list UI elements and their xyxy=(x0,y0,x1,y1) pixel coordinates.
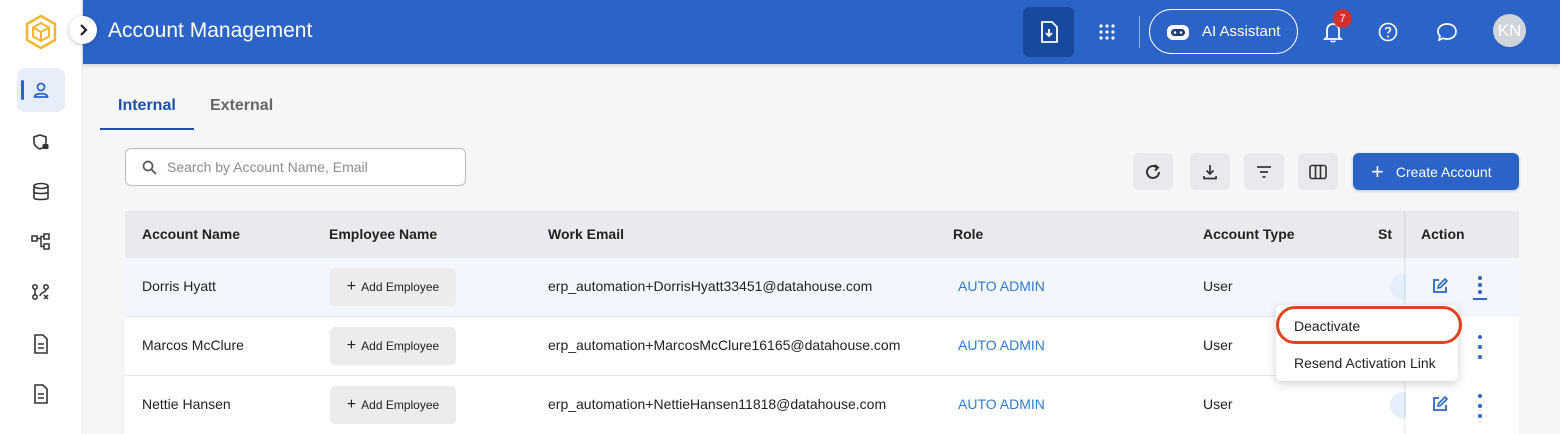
user-avatar[interactable]: KN xyxy=(1493,14,1526,47)
add-employee-label: Add Employee xyxy=(361,398,440,412)
create-account-button[interactable]: + Create Account xyxy=(1353,153,1519,190)
create-account-label: Create Account xyxy=(1395,163,1492,180)
more-options-button[interactable] xyxy=(1470,394,1490,418)
add-employee-button[interactable]: + Add Employee xyxy=(330,268,456,306)
apps-grid-button[interactable] xyxy=(1091,16,1123,48)
search-box xyxy=(125,148,466,186)
edit-icon[interactable] xyxy=(1431,277,1449,295)
table-header: Account Name Employee Name Work Email Ro… xyxy=(125,211,1519,258)
account-name-cell: Nettie Hansen xyxy=(142,396,231,412)
sidebar-item-documents[interactable] xyxy=(17,322,65,366)
download-icon xyxy=(1203,164,1217,179)
active-tab-indicator xyxy=(100,128,194,130)
plus-icon: + xyxy=(346,396,357,413)
export-button[interactable] xyxy=(1023,7,1074,57)
work-email-cell: erp_automation+DorrisHyatt33451@datahous… xyxy=(548,278,873,294)
column-header-action: Action xyxy=(1421,226,1465,242)
header-divider xyxy=(1139,16,1140,48)
add-employee-label: Add Employee xyxy=(361,280,440,294)
role-link[interactable]: AUTO ADMIN xyxy=(958,396,1045,412)
sidebar xyxy=(0,0,83,434)
table-row[interactable]: Nettie Hansen + Add Employee erp_automati… xyxy=(125,376,1519,434)
columns-icon xyxy=(1309,164,1327,179)
work-email-cell: erp_automation+NettieHansen11818@datahou… xyxy=(548,396,887,412)
sidebar-collapse-button[interactable] xyxy=(69,16,97,44)
column-header-status[interactable]: St xyxy=(1378,226,1392,242)
column-header-work-email[interactable]: Work Email xyxy=(548,226,624,242)
role-link[interactable]: AUTO ADMIN xyxy=(958,337,1045,353)
filter-button[interactable] xyxy=(1244,153,1284,190)
sidebar-item-reports[interactable] xyxy=(17,372,65,416)
account-type-cell: User xyxy=(1203,278,1233,294)
page-title: Account Management xyxy=(108,19,313,42)
account-name-cell: Marcos McClure xyxy=(142,337,244,353)
edit-icon[interactable] xyxy=(1431,395,1449,413)
sidebar-item-accounts[interactable] xyxy=(17,68,65,112)
user-icon xyxy=(33,82,49,98)
account-type-cell: User xyxy=(1203,396,1233,412)
apps-grid-icon xyxy=(1099,24,1115,40)
row-actions xyxy=(1406,376,1519,434)
resend-activation-menu-item[interactable]: Resend Activation Link xyxy=(1294,355,1436,371)
sidebar-item-hierarchy[interactable] xyxy=(17,220,65,264)
help-button[interactable] xyxy=(1372,16,1404,48)
deactivate-menu-item[interactable]: Deactivate xyxy=(1294,318,1360,334)
sidebar-item-database[interactable] xyxy=(17,170,65,214)
sidebar-item-security[interactable] xyxy=(17,120,65,164)
row-options-menu: Deactivate Resend Activation Link xyxy=(1276,305,1458,381)
plus-icon: + xyxy=(346,278,357,295)
hierarchy-icon xyxy=(31,233,50,250)
shield-lock-icon xyxy=(33,134,49,150)
search-input[interactable] xyxy=(167,159,447,175)
refresh-icon xyxy=(1146,163,1160,179)
plus-icon: + xyxy=(1371,158,1384,184)
chevron-right-icon xyxy=(80,24,88,36)
tab-external[interactable]: External xyxy=(210,97,273,115)
account-type-cell: User xyxy=(1203,337,1233,353)
column-header-role[interactable]: Role xyxy=(953,226,983,242)
work-email-cell: erp_automation+MarcosMcClure16165@dataho… xyxy=(548,337,901,353)
help-icon xyxy=(1378,22,1398,42)
tab-internal[interactable]: Internal xyxy=(118,97,176,115)
plus-icon: + xyxy=(346,337,357,354)
search-icon xyxy=(142,160,157,175)
column-header-employee-name[interactable]: Employee Name xyxy=(329,226,437,242)
download-button[interactable] xyxy=(1190,153,1230,190)
document-icon xyxy=(34,384,48,404)
column-header-account-name[interactable]: Account Name xyxy=(142,226,240,242)
sidebar-item-workflow[interactable] xyxy=(17,270,65,314)
chat-icon xyxy=(1437,23,1457,42)
add-employee-label: Add Employee xyxy=(361,339,440,353)
add-employee-button[interactable]: + Add Employee xyxy=(330,386,456,424)
columns-button[interactable] xyxy=(1298,153,1338,190)
refresh-button[interactable] xyxy=(1133,153,1173,190)
filter-icon xyxy=(1257,165,1271,178)
chat-button[interactable] xyxy=(1431,16,1463,48)
file-download-icon xyxy=(1040,21,1058,43)
column-header-account-type[interactable]: Account Type xyxy=(1203,226,1295,242)
action-column-header: Action xyxy=(1406,211,1519,258)
robot-icon xyxy=(1167,24,1189,40)
top-header: Account Management AI Assistant 7 KN xyxy=(83,0,1560,64)
add-employee-button[interactable]: + Add Employee xyxy=(330,327,456,365)
notification-badge: 7 xyxy=(1333,9,1352,28)
more-options-button[interactable] xyxy=(1470,335,1490,359)
role-link[interactable]: AUTO ADMIN xyxy=(958,278,1045,294)
ai-assistant-label: AI Assistant xyxy=(1202,23,1281,40)
ai-assistant-button[interactable]: AI Assistant xyxy=(1149,9,1298,54)
app-logo[interactable] xyxy=(24,14,58,50)
more-options-button[interactable] xyxy=(1470,276,1490,300)
document-icon xyxy=(34,334,48,354)
database-icon xyxy=(33,182,49,201)
account-name-cell: Dorris Hyatt xyxy=(142,278,216,294)
workflow-icon xyxy=(32,284,49,300)
